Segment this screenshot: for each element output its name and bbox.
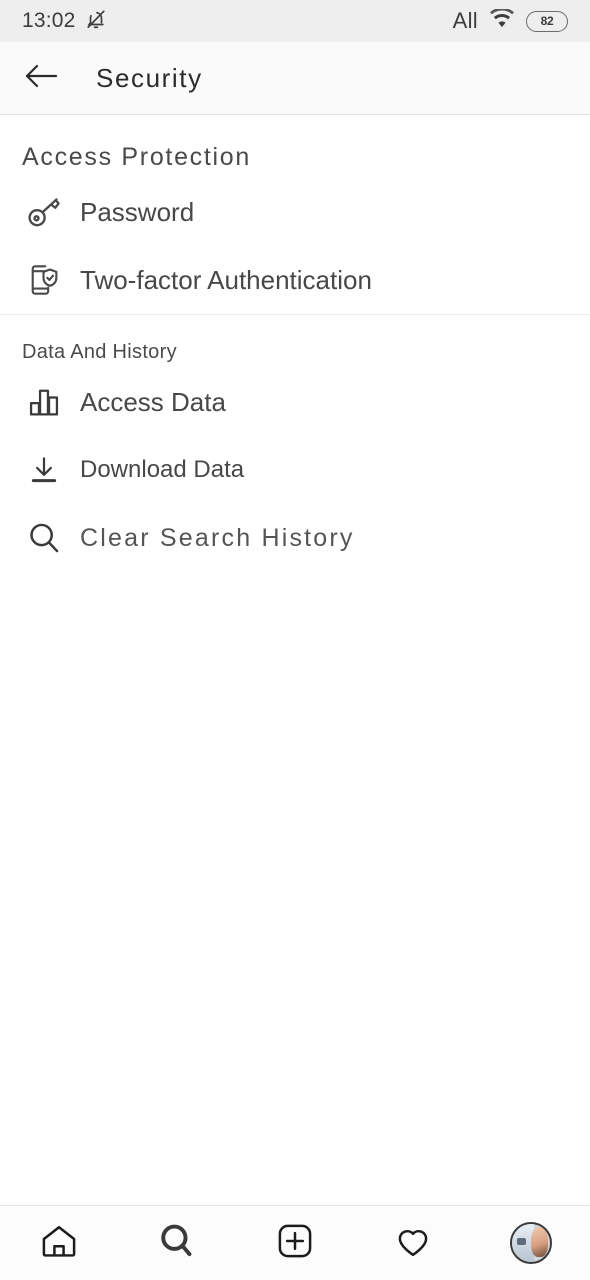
app-header: Security [0,42,590,115]
nav-item-home[interactable] [19,1213,99,1273]
settings-row-clear-search-history[interactable]: Clear Search History [0,504,590,572]
network-label: All [452,8,478,33]
nav-item-profile[interactable] [491,1213,571,1273]
back-arrow-icon [23,61,61,96]
section-title-access-protection: Access Protection [22,143,251,171]
phone-shield-icon [22,258,66,302]
settings-row-label: Two-factor Authentication [80,264,372,295]
status-bar: 13:02 All 82 [0,0,590,42]
status-bar-left: 13:02 [22,8,107,35]
avatar-detail [517,1238,526,1245]
settings-row-label: Download Data [80,456,245,483]
search-icon [22,516,66,560]
section-data-and-history: Data And History Access Data Download Da… [0,314,590,572]
home-icon [38,1220,80,1267]
settings-row-label: Password [80,196,195,227]
section-title-data-and-history: Data And History [22,341,177,363]
profile-avatar [510,1222,552,1264]
status-time: 13:02 [22,9,76,32]
settings-row-access-data[interactable]: Access Data [0,368,590,436]
nav-item-search[interactable] [137,1213,217,1273]
search-icon [156,1220,198,1267]
battery-level: 82 [540,14,554,28]
nav-item-activity[interactable] [373,1213,453,1273]
download-icon [22,448,66,492]
settings-content: Access Protection Password Two-factor Au… [0,115,590,572]
settings-row-password[interactable]: Password [0,178,590,246]
page-title: Security [96,62,203,93]
heart-icon [392,1220,434,1267]
back-button[interactable] [16,52,68,104]
settings-row-download-data[interactable]: Download Data [0,436,590,504]
settings-row-two-factor-authentication[interactable]: Two-factor Authentication [0,246,590,314]
settings-row-label: Access Data [80,386,226,417]
status-bar-right: All 82 [452,7,568,34]
bar-chart-icon [22,380,66,424]
avatar-face [531,1227,548,1257]
settings-row-label: Clear Search History [80,523,355,552]
section-access-protection: Access Protection Password Two-factor Au… [0,115,590,314]
wifi-icon [489,7,515,34]
bottom-navigation-bar [0,1205,590,1280]
plus-square-icon [274,1220,316,1267]
nav-item-create[interactable] [255,1213,335,1273]
key-icon [22,190,66,234]
bell-muted-icon [85,8,107,35]
battery-indicator: 82 [526,10,568,32]
